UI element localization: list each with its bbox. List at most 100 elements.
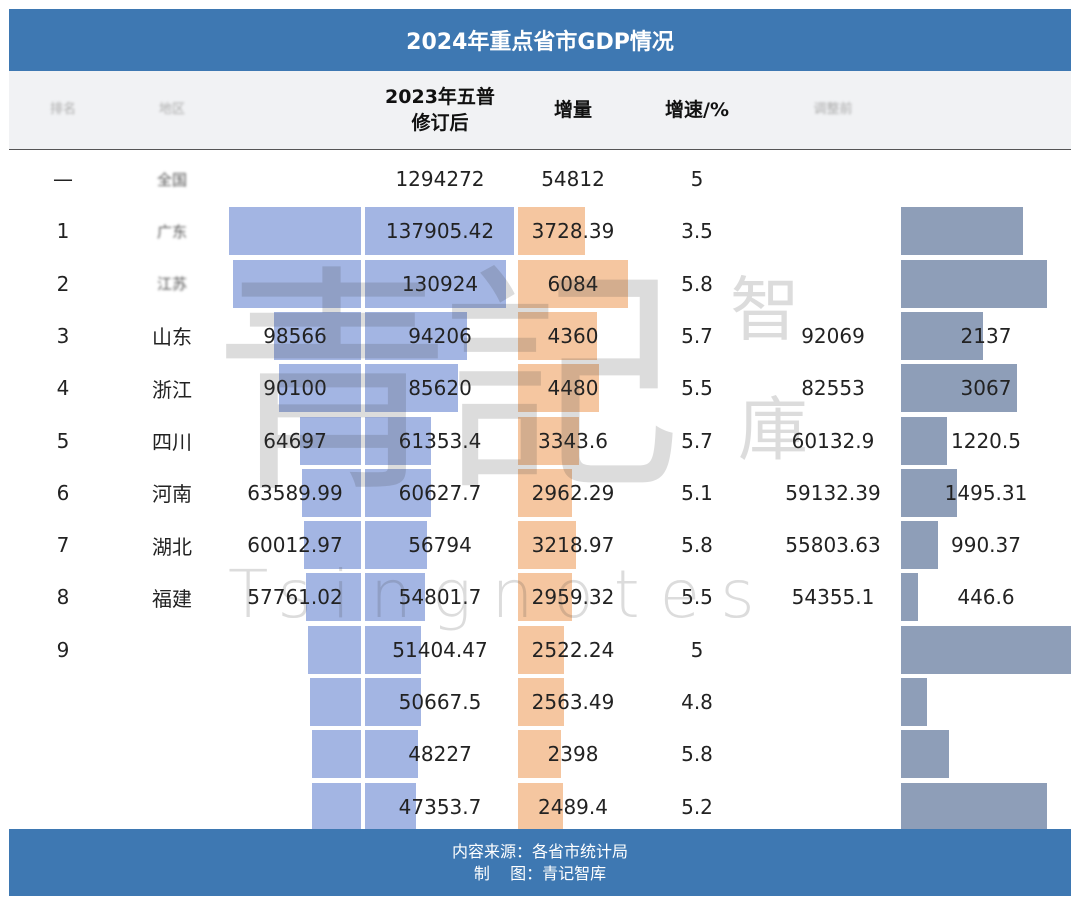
change-cell <box>901 258 1071 310</box>
rank-cell <box>9 781 117 833</box>
header-revised: 2023年五普 修订后 <box>363 71 517 149</box>
gdp2024-cell: 64697 <box>263 428 327 453</box>
change-cell <box>901 153 1071 205</box>
table-row: 5 四川 64697 61353.4 3343.6 5.7 60132.9 1220.5 <box>9 415 1071 467</box>
rank-cell: 5 <box>56 428 70 453</box>
gdp2024-cell: 57761.02 <box>247 585 343 610</box>
table-row: 48227 2398 5.8 <box>9 728 1071 780</box>
gdp-before-cell: 55803.63 <box>785 533 881 558</box>
gdp-before-cell: 59132.39 <box>785 480 881 505</box>
header-gdp2024 <box>227 71 363 149</box>
change-cell: 2137 <box>960 323 1012 348</box>
table-row: 2 江苏 130924 6084 5.8 <box>9 258 1071 310</box>
gdp2024-cell: 90100 <box>263 376 327 401</box>
header-growth: 增速/% <box>665 99 729 121</box>
growth-cell: 5.5 <box>681 585 713 610</box>
growth-cell: 5.5 <box>681 376 713 401</box>
gdp2024-cell: 98566 <box>263 323 327 348</box>
gdp-before-cell: 82553 <box>801 376 865 401</box>
growth-cell: 5 <box>690 637 704 662</box>
table-row: 50667.5 2563.49 4.8 <box>9 676 1071 728</box>
header-increment: 增量 <box>553 99 592 121</box>
header-change <box>901 71 1071 149</box>
gdp-before-cell <box>765 153 901 205</box>
increment-cell: 2959.32 <box>531 585 615 610</box>
change-cell <box>901 781 1071 833</box>
growth-cell: 5.2 <box>681 794 713 819</box>
region-cell: 山东 <box>152 325 192 350</box>
increment-cell: 4360 <box>547 323 599 348</box>
region-cell: 四川 <box>152 430 192 454</box>
rank-cell: 9 <box>56 637 70 662</box>
increment-cell: 3218.97 <box>531 533 615 558</box>
gdp-revised-cell: 51404.47 <box>392 637 488 662</box>
growth-cell: 4.8 <box>681 690 713 714</box>
table-row: 9 51404.47 2522.24 5 <box>9 624 1071 676</box>
rank-cell: 3 <box>56 323 70 348</box>
gdp-revised-cell: 60627.7 <box>398 480 482 505</box>
change-cell <box>901 205 1071 257</box>
rank-cell <box>9 728 117 780</box>
gdp-revised-cell: 50667.5 <box>398 690 482 714</box>
change-cell <box>901 728 1071 780</box>
gdp-before-cell <box>765 781 901 833</box>
gdp2024-cell <box>227 781 363 833</box>
gdp2024-cell <box>227 676 363 728</box>
increment-cell: 2563.49 <box>531 690 615 714</box>
region-cell <box>117 624 227 676</box>
increment-cell: 2398 <box>547 742 599 767</box>
gdp2024-cell <box>227 205 363 257</box>
increment-cell: 2522.24 <box>531 637 615 662</box>
change-cell: 3067 <box>960 376 1012 401</box>
footer-source: 内容来源：各省市统计局 <box>451 841 628 861</box>
table-title: 2024年重点省市GDP情况 <box>9 9 1071 71</box>
increment-cell: 2489.4 <box>538 794 608 819</box>
rank-cell: 2 <box>56 271 70 296</box>
change-cell <box>901 624 1071 676</box>
gdp-revised-cell: 54801.7 <box>398 585 482 610</box>
gdp-before-cell <box>765 624 901 676</box>
rank-cell <box>9 676 117 728</box>
region-cell: 江苏 <box>156 275 187 294</box>
gdp-revised-cell: 56794 <box>408 533 472 558</box>
change-cell: 446.6 <box>957 585 1015 610</box>
increment-cell: 3728.39 <box>531 219 615 244</box>
gdp-before-cell: 92069 <box>801 323 865 348</box>
footer-maker: 制 图：青记智库 <box>473 863 607 883</box>
header-before: 调整前 <box>813 102 853 117</box>
header-region: 地区 <box>158 102 185 117</box>
rank-cell: 8 <box>56 585 70 610</box>
growth-cell: 5.8 <box>681 271 713 296</box>
region-cell <box>117 728 227 780</box>
table-row: 3 山东 98566 94206 4360 5.7 92069 2137 <box>9 310 1071 362</box>
region-cell <box>117 781 227 833</box>
gdp-revised-cell: 130924 <box>401 271 479 296</box>
increment-cell: 54812 <box>541 167 605 191</box>
increment-cell: 4480 <box>547 376 599 401</box>
growth-cell: 5 <box>690 167 704 191</box>
region-cell: 广东 <box>156 222 187 241</box>
table-row: 4 浙江 90100 85620 4480 5.5 82553 3067 <box>9 362 1071 414</box>
gdp-before-cell <box>765 205 901 257</box>
gdp-before-cell <box>765 258 901 310</box>
gdp2024-cell <box>227 728 363 780</box>
gdp-before-cell <box>765 676 901 728</box>
increment-cell: 3343.6 <box>538 428 608 453</box>
change-cell: 990.37 <box>951 533 1021 558</box>
gdp2024-cell: 63589.99 <box>247 480 343 505</box>
increment-cell: 6084 <box>547 271 599 296</box>
gdp2024-cell <box>227 624 363 676</box>
rank-cell: — <box>53 167 73 191</box>
gdp-before-cell: 54355.1 <box>791 585 875 610</box>
table-row: 7 湖北 60012.97 56794 3218.97 5.8 55803.63 990.37 <box>9 519 1071 571</box>
gdp2024-cell <box>227 258 363 310</box>
gdp-revised-cell: 1294272 <box>395 167 485 191</box>
growth-cell: 5.7 <box>681 323 713 348</box>
region-cell: 全国 <box>156 170 187 189</box>
rank-cell: 1 <box>56 219 70 244</box>
table-row: 8 福建 57761.02 54801.7 2959.32 5.5 54355.1 446.6 <box>9 571 1071 623</box>
growth-cell: 5.7 <box>681 428 713 453</box>
increment-cell: 2962.29 <box>531 480 615 505</box>
change-cell: 1495.31 <box>944 480 1028 505</box>
region-cell: 河南 <box>152 482 192 507</box>
